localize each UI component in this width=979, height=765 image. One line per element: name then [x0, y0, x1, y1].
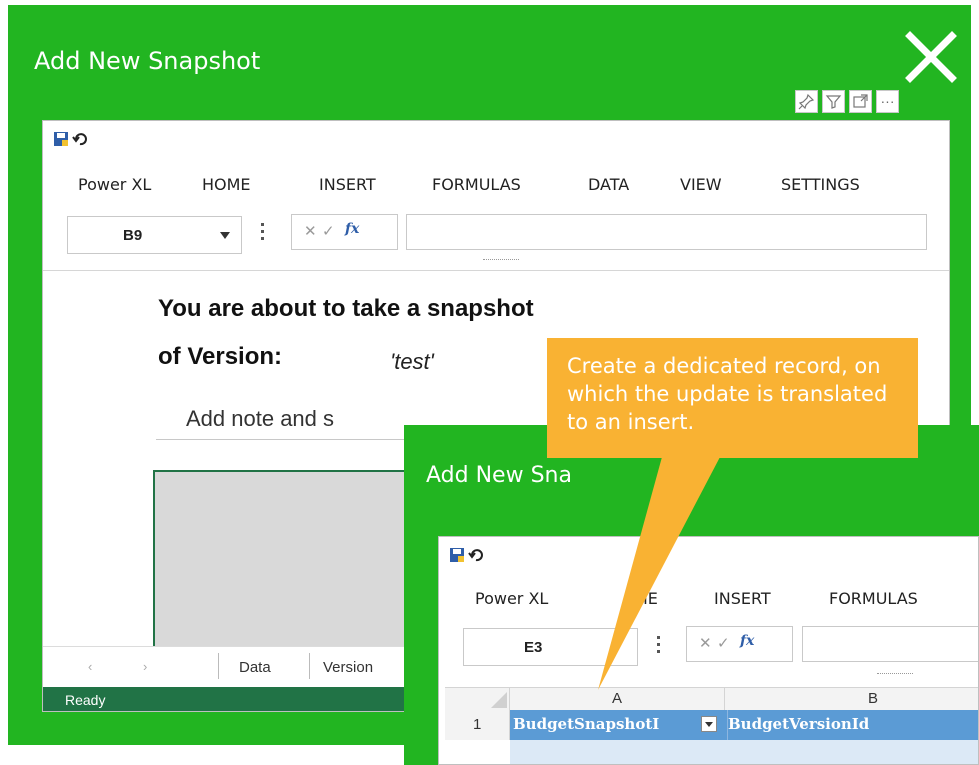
callout-text: Create a dedicated record, on which the … — [567, 354, 888, 434]
callout-box: Create a dedicated record, on which the … — [547, 338, 918, 458]
